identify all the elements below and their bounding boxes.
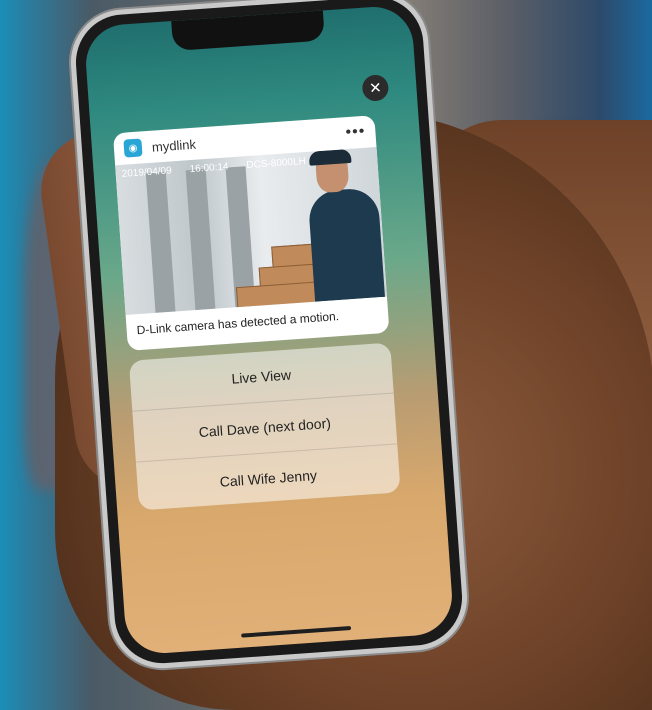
- home-indicator[interactable]: [241, 626, 352, 638]
- camera-scene-door: [145, 171, 176, 313]
- close-icon[interactable]: ✕: [361, 74, 390, 102]
- camera-snapshot[interactable]: 2019/04/09 16:00:14 DCS-8000LH: [115, 147, 387, 315]
- mydlink-app-icon: ◉: [123, 138, 143, 158]
- camera-id: DCS-8000LH: [246, 156, 307, 172]
- phone: ✕ ◉ mydlink ••• 2019/04/09 16:00:14 DCS-…: [72, 0, 466, 667]
- app-name: mydlink: [151, 136, 197, 155]
- camera-time: 16:00:14: [189, 161, 229, 176]
- phone-notch: [171, 10, 325, 51]
- phone-screen: ✕ ◉ mydlink ••• 2019/04/09 16:00:14 DCS-…: [83, 4, 455, 656]
- camera-scene-person: [307, 187, 385, 302]
- camera-scene-door: [185, 169, 216, 311]
- notification-actions: Live View Call Dave (next door) Call Wif…: [128, 342, 401, 511]
- notification-card[interactable]: ◉ mydlink ••• 2019/04/09 16:00:14 DCS-80…: [112, 115, 390, 351]
- more-icon[interactable]: •••: [345, 123, 366, 142]
